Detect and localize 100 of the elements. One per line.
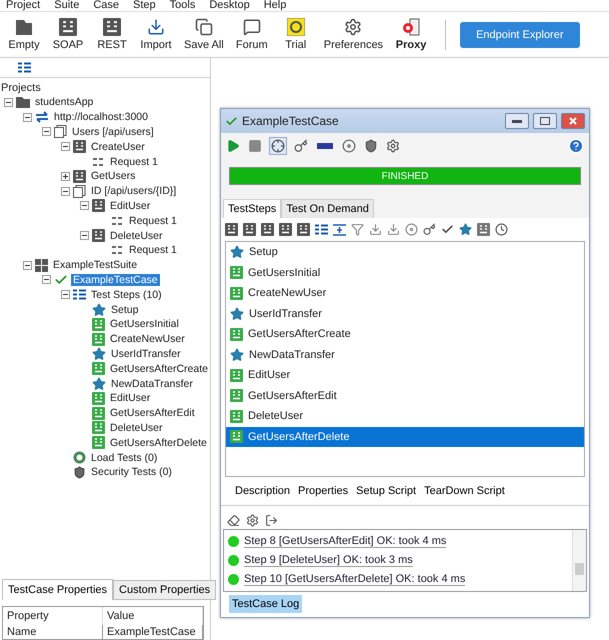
collapse-icon[interactable]	[61, 186, 70, 196]
collapse-icon[interactable]	[4, 98, 13, 107]
test-step-row[interactable]: EditUser	[226, 365, 584, 386]
eraser-icon[interactable]	[227, 514, 240, 527]
collapse-icon[interactable]	[80, 231, 89, 240]
test-step-row[interactable]: GetUsersInitial	[226, 262, 584, 283]
download-icon[interactable]	[369, 223, 382, 236]
tree-item[interactable]: DeleteUser	[108, 230, 165, 242]
tree-item[interactable]: http://localhost:3000	[52, 111, 150, 124]
tree-item[interactable]: Request 1	[108, 156, 160, 168]
log-entry[interactable]: Step 9 [DeleteUser] OK: took 3 ms	[244, 554, 413, 567]
tree-item[interactable]: CreateUser	[89, 140, 147, 153]
tree-item[interactable]: DeleteUser	[108, 422, 165, 434]
tree-item[interactable]: Setup	[109, 304, 140, 316]
test-step-row[interactable]: GetUsersAfterEdit	[226, 386, 584, 406]
toolbar-button[interactable]: Proxy	[389, 18, 434, 51]
tree-item[interactable]: Security Tests (0)	[89, 466, 174, 478]
tree-item[interactable]: GetUsersAfterEdit	[108, 407, 197, 420]
tree-item[interactable]: EditUser	[108, 392, 152, 404]
list-icon[interactable]	[315, 224, 328, 235]
collapse-icon[interactable]	[23, 260, 32, 270]
toolbar-button[interactable]: REST	[90, 18, 134, 51]
scrollbar[interactable]	[572, 530, 586, 591]
maximize-button[interactable]	[533, 113, 557, 129]
tab[interactable]: Setup Script	[356, 485, 416, 497]
tree-item[interactable]: ExampleTestCase	[71, 274, 160, 286]
test-step-row[interactable]: DeleteUser	[226, 406, 584, 426]
minimize-button[interactable]	[505, 113, 529, 129]
tree-item[interactable]: Request 1	[127, 214, 179, 227]
toolbar-button[interactable]: Empty	[2, 18, 46, 51]
tab[interactable]: TestSteps	[223, 199, 282, 218]
help-button[interactable]	[567, 137, 585, 155]
menu-item[interactable]: Suite	[54, 0, 80, 11]
disc-icon[interactable]	[405, 223, 418, 236]
toolbar-button[interactable]: Preferences	[318, 18, 390, 51]
tree-item[interactable]: GetUsersAfterDelete	[108, 436, 209, 449]
filter-icon[interactable]	[351, 223, 364, 236]
test-step-row[interactable]: GetUsersAfterCreate	[226, 324, 584, 344]
tree-item[interactable]: studentsApp	[33, 96, 96, 108]
collapse-icon[interactable]	[61, 142, 70, 152]
log-entry[interactable]: Step 10 [GetUsersAfterDelete] OK: took 4 ms	[244, 573, 466, 586]
endpoint-explorer-button[interactable]: Endpoint Explorer	[460, 22, 580, 48]
test-step-row[interactable]: UserIdTransfer	[226, 304, 584, 324]
insert-icon[interactable]	[333, 224, 346, 236]
download-icon[interactable]	[387, 223, 400, 236]
toolbar-button[interactable]: Forum	[230, 18, 274, 51]
tab[interactable]: TestCase Log	[229, 595, 302, 613]
menu-item[interactable]: Step	[133, 0, 156, 11]
menu-item[interactable]: Help	[264, 0, 286, 11]
shield-button[interactable]	[363, 138, 379, 154]
menu-item[interactable]: Tools	[170, 0, 196, 11]
tree-item[interactable]: ExampleTestSuite	[51, 259, 140, 272]
settings-button[interactable]	[385, 138, 401, 154]
list-icon[interactable]	[18, 62, 31, 73]
key-button[interactable]	[293, 138, 309, 154]
tab[interactable]: Description	[235, 485, 290, 497]
collapse-icon[interactable]	[42, 275, 51, 284]
close-button[interactable]	[561, 113, 585, 129]
tab[interactable]: TestCase Properties	[2, 579, 114, 600]
tab[interactable]: TearDown Script	[424, 485, 505, 497]
toolbar-button[interactable]: Import	[134, 18, 178, 51]
tab[interactable]: Properties	[298, 485, 348, 497]
tree-item[interactable]: NewDataTransfer	[109, 378, 195, 390]
loop-button[interactable]	[269, 137, 287, 155]
tree-item[interactable]: Test Steps (10)	[89, 288, 164, 301]
collapse-icon[interactable]	[61, 290, 70, 300]
toolbar-button[interactable]: SOAP	[46, 18, 90, 51]
check-icon[interactable]	[441, 223, 454, 236]
test-step-row[interactable]: GetUsersAfterDelete	[226, 426, 584, 447]
toolbar-button[interactable]: Save All	[178, 18, 230, 51]
toolbar-button[interactable]: Trial	[274, 18, 318, 51]
collapse-icon[interactable]	[42, 127, 51, 136]
clock-icon[interactable]	[495, 223, 508, 236]
tab[interactable]: Test On Demand	[281, 199, 374, 218]
settings-icon[interactable]	[246, 514, 259, 527]
menu-item[interactable]: Project	[6, 0, 40, 11]
tab[interactable]: Custom Properties	[113, 580, 216, 600]
menu-item[interactable]: Desktop	[209, 0, 250, 11]
tree-item[interactable]: EditUser	[108, 200, 152, 212]
tree-item[interactable]: Users [/api/users]	[70, 126, 156, 138]
test-step-row[interactable]: CreateNewUser	[226, 283, 584, 304]
star-icon[interactable]	[459, 223, 472, 236]
log-entry[interactable]: Step 8 [GetUsersAfterEdit] OK: took 4 ms	[244, 535, 446, 548]
tree-item[interactable]: GetUsersInitial	[108, 318, 181, 330]
collapse-icon[interactable]	[80, 201, 89, 210]
test-step-row[interactable]: NewDataTransfer	[226, 344, 584, 365]
tree-item[interactable]: ID [/api/users/{ID}]	[89, 185, 178, 198]
tree-item[interactable]: UserIdTransfer	[109, 348, 183, 360]
target-button[interactable]	[341, 138, 357, 154]
collapse-icon[interactable]	[23, 112, 32, 122]
tree-item[interactable]: CreateNewUser	[108, 333, 187, 346]
tree-item[interactable]: Load Tests (0)	[89, 452, 160, 464]
tree-item[interactable]: Request 1	[127, 244, 179, 256]
test-step-row[interactable]: Setup	[226, 242, 584, 262]
stop-button[interactable]	[247, 138, 263, 154]
export-icon[interactable]	[265, 514, 278, 527]
tree-item[interactable]: GetUsers	[89, 170, 138, 182]
expand-icon[interactable]	[61, 172, 70, 181]
tree-item[interactable]: GetUsersAfterCreate	[108, 362, 210, 375]
menu-item[interactable]: Case	[93, 0, 120, 11]
